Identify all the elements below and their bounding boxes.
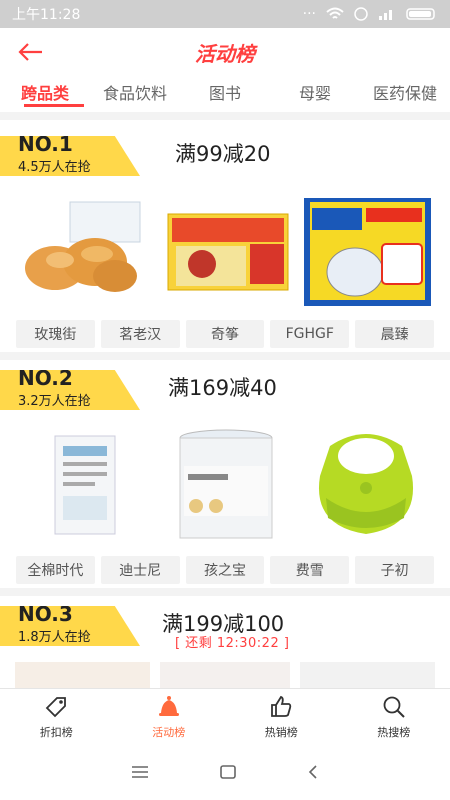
product-thumbnail[interactable] <box>15 662 150 688</box>
nav-label: 折扣榜 <box>39 725 73 739</box>
brand-chip[interactable]: 奇筝 <box>185 320 265 348</box>
divider <box>0 352 450 360</box>
nav-label: 热搜榜 <box>377 725 411 739</box>
home-icon[interactable] <box>219 764 237 780</box>
product-bread-image[interactable] <box>15 190 150 310</box>
back-icon[interactable] <box>307 764 319 780</box>
wifi-icon <box>326 7 344 19</box>
rank-badge-1: NO.1 4.5万人在抢 <box>0 136 140 176</box>
divider <box>0 112 450 120</box>
nav-label: 热销榜 <box>264 725 298 739</box>
page-title: 活动榜 <box>195 41 255 66</box>
promo-text-2[interactable]: 满169减40 <box>168 372 277 402</box>
nav-discount[interactable]: 折扣榜 <box>0 689 113 744</box>
brand-chip[interactable]: 玫瑰街 <box>16 320 95 348</box>
countdown-timer: [ 还剩 12:30:22 ] <box>175 636 290 651</box>
signal-icon <box>379 10 392 20</box>
brand-chip[interactable]: 子初 <box>355 556 434 584</box>
thumbs-up-icon <box>271 695 292 717</box>
promo-text-1[interactable]: 满99减20 <box>175 138 270 168</box>
product-soap-image[interactable] <box>160 190 295 310</box>
tab-books[interactable]: 图书 <box>180 80 270 104</box>
brand-chip[interactable]: 迪士尼 <box>100 556 180 584</box>
brand-chip[interactable]: 晨臻 <box>355 320 434 348</box>
product-cotton-pack-image[interactable] <box>15 426 150 546</box>
product-thumbnail[interactable] <box>300 662 435 688</box>
product-thumbnail[interactable] <box>160 662 290 688</box>
brand-chips-2: 全棉时代 迪士尼 孩之宝 费雪 子初 <box>16 556 434 584</box>
rank-people: 1.8万人在抢 <box>18 630 91 645</box>
system-nav-bar <box>0 744 450 800</box>
status-icons: ··· <box>303 6 438 22</box>
product-cotton-swab-jar-image[interactable] <box>160 426 295 546</box>
nav-hot-sales[interactable]: 热销榜 <box>225 689 338 744</box>
back-arrow-icon[interactable] <box>14 36 46 68</box>
active-tab-indicator <box>24 104 84 107</box>
product-trash-bag-image[interactable] <box>300 190 435 310</box>
tab-health[interactable]: 医药保健 <box>360 80 450 104</box>
divider <box>0 588 450 596</box>
rank-people: 3.2万人在抢 <box>18 394 91 409</box>
rank-people: 4.5万人在抢 <box>18 160 91 175</box>
search-icon <box>383 696 405 718</box>
status-bar: 上午11:28 ··· <box>0 0 450 28</box>
tab-cross-category[interactable]: 跨品类 <box>0 80 90 104</box>
rank-number: NO.3 <box>18 602 73 626</box>
brand-chip[interactable]: 全棉时代 <box>16 556 95 584</box>
tab-mother-baby[interactable]: 母婴 <box>270 80 360 104</box>
product-baby-bib-image[interactable] <box>300 426 435 546</box>
rank-badge-3: NO.3 1.8万人在抢 <box>0 606 140 646</box>
alarm-icon <box>354 7 368 21</box>
battery-icon <box>406 8 435 20</box>
rank-number: NO.2 <box>18 366 73 390</box>
status-time: 上午11:28 <box>12 7 81 23</box>
dots-icon: ··· <box>302 6 316 22</box>
nav-hot-search[interactable]: 热搜榜 <box>338 689 450 744</box>
brand-chip[interactable]: FGHGF <box>270 320 350 348</box>
tag-icon <box>45 696 67 717</box>
rank-badge-2: NO.2 3.2万人在抢 <box>0 370 140 410</box>
bell-icon <box>158 695 179 716</box>
brand-chip[interactable]: 茗老汉 <box>100 320 180 348</box>
brand-chip[interactable]: 费雪 <box>270 556 350 584</box>
brand-chips-1: 玫瑰街 茗老汉 奇筝 FGHGF 晨臻 <box>16 320 434 348</box>
brand-chip[interactable]: 孩之宝 <box>185 556 265 584</box>
tab-food-drink[interactable]: 食品饮料 <box>90 80 180 104</box>
nav-activity[interactable]: 活动榜 <box>113 689 226 744</box>
rank-number: NO.1 <box>18 132 73 156</box>
header: 活动榜 <box>0 28 450 76</box>
menu-icon[interactable] <box>131 765 149 779</box>
nav-label: 活动榜 <box>152 725 186 739</box>
bottom-nav: 折扣榜 活动榜 热销榜 热搜榜 <box>0 688 450 744</box>
